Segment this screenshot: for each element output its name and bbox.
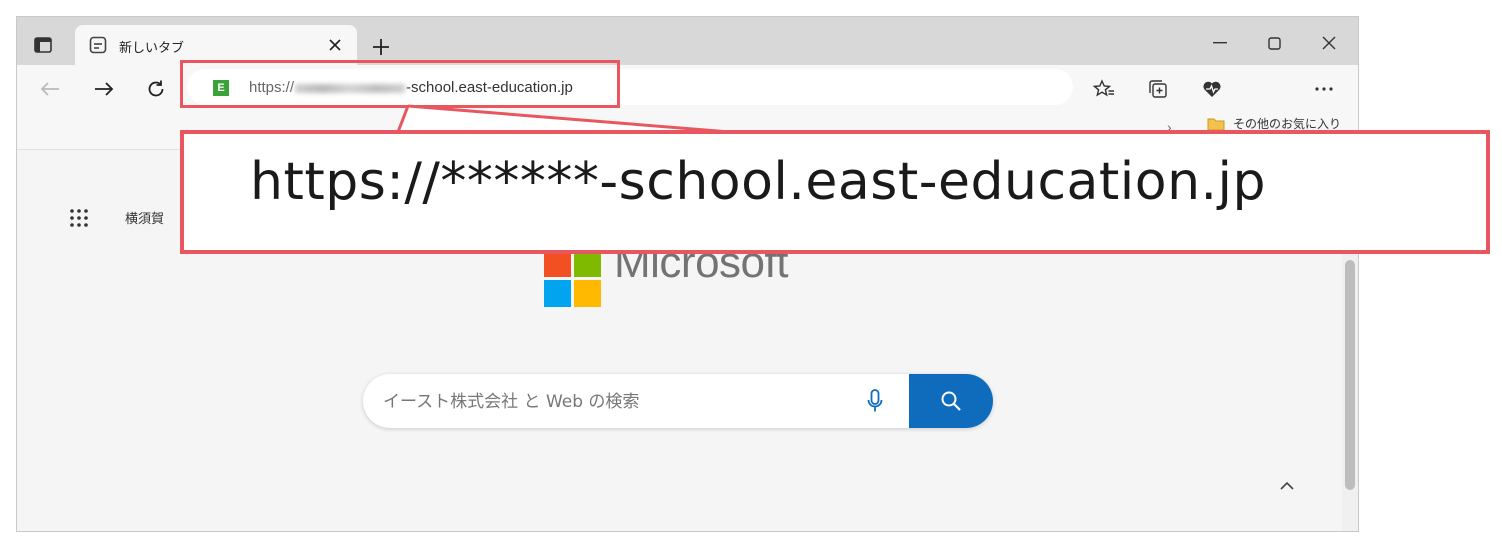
tab-actions-icon[interactable]: [31, 33, 55, 57]
tab-new-tab[interactable]: 新しいタブ: [75, 25, 357, 65]
apps-grid-icon[interactable]: [67, 206, 91, 230]
forward-icon[interactable]: [89, 74, 119, 104]
collections-icon[interactable]: [1143, 74, 1173, 104]
minimize-icon[interactable]: [1200, 29, 1240, 57]
microphone-icon[interactable]: [861, 387, 889, 415]
plus-icon[interactable]: [367, 33, 395, 61]
address-highlight-box: [180, 60, 620, 108]
web-search-box: [363, 374, 993, 428]
search-button[interactable]: [909, 374, 993, 428]
maximize-icon[interactable]: [1254, 29, 1294, 57]
tab-title: 新しいタブ: [119, 41, 185, 56]
favorites-star-icon[interactable]: [1089, 74, 1119, 104]
search-input[interactable]: [381, 388, 855, 416]
tab-strip: 新しいタブ: [17, 17, 1358, 65]
microsoft-logo: [544, 250, 601, 307]
url-callout: https://******-school.east-education.jp: [180, 130, 1490, 254]
close-icon[interactable]: [323, 33, 347, 57]
callout-url-text: https://******-school.east-education.jp: [250, 152, 1267, 212]
more-icon[interactable]: [1309, 74, 1339, 104]
scrollbar-thumb[interactable]: [1345, 260, 1355, 490]
close-icon[interactable]: [1309, 29, 1349, 57]
search-icon: [941, 391, 961, 411]
refresh-icon[interactable]: [141, 74, 171, 104]
new-tab-page-icon: [89, 36, 107, 54]
weather-location[interactable]: 横須賀: [125, 208, 164, 227]
back-icon[interactable]: [35, 74, 65, 104]
folder-icon: [1207, 117, 1225, 131]
chevron-up-icon[interactable]: [1275, 474, 1299, 498]
browser-essentials-icon[interactable]: [1197, 74, 1227, 104]
